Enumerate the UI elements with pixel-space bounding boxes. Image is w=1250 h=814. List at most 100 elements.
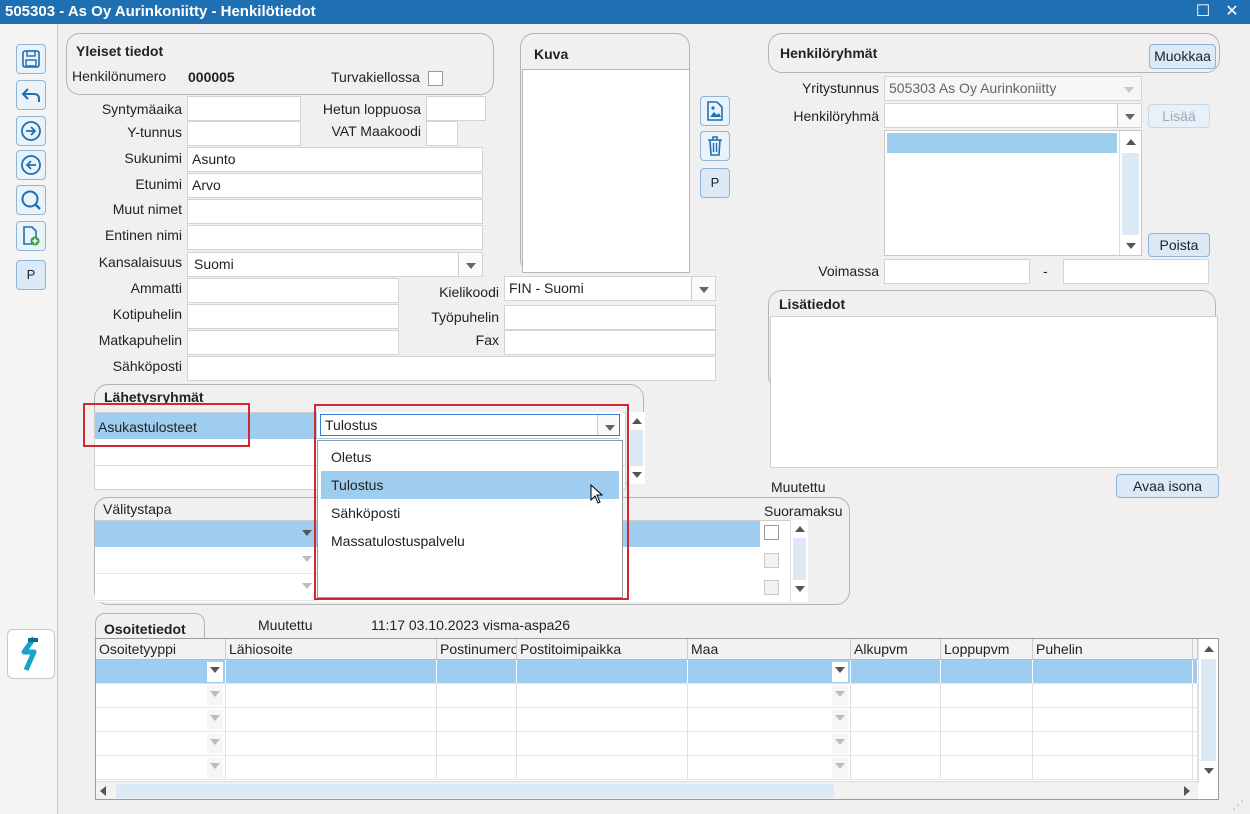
grid-cell[interactable]: [941, 732, 1033, 756]
column-header[interactable]: Loppupvm: [941, 639, 1033, 660]
chevron-down-icon[interactable]: [1117, 104, 1141, 127]
grid-cell[interactable]: [437, 684, 517, 708]
scroll-down-icon[interactable]: [628, 466, 646, 484]
scroll-thumb[interactable]: [116, 784, 834, 798]
grid-cell[interactable]: [96, 660, 226, 684]
grid-cell[interactable]: [688, 660, 851, 684]
grid-cell[interactable]: [517, 684, 688, 708]
address-vscroll[interactable]: [1198, 639, 1218, 783]
resize-grip-icon[interactable]: ⋰: [1232, 798, 1244, 812]
maximize-icon[interactable]: ☐: [1193, 2, 1213, 22]
delivery-row[interactable]: [95, 547, 317, 574]
grid-cell[interactable]: [851, 684, 941, 708]
chevron-down-icon[interactable]: [458, 253, 482, 276]
grid-cell[interactable]: [688, 756, 851, 780]
grid-cell[interactable]: [851, 756, 941, 780]
vat-input[interactable]: [426, 121, 458, 146]
image-area[interactable]: [522, 69, 690, 273]
scroll-down-icon[interactable]: [791, 580, 809, 598]
group-list-scrollbar[interactable]: [1119, 131, 1141, 255]
close-icon[interactable]: ✕: [1222, 2, 1242, 22]
grid-cell[interactable]: [437, 756, 517, 780]
person-group-list[interactable]: [884, 130, 1142, 256]
grid-cell[interactable]: [437, 708, 517, 732]
grid-cell[interactable]: [517, 756, 688, 780]
scroll-down-icon[interactable]: [1200, 762, 1218, 780]
column-header[interactable]: Maa: [688, 639, 851, 660]
extra-info-textarea[interactable]: [770, 316, 1218, 468]
remove-group-button[interactable]: Poista: [1148, 233, 1210, 257]
grid-cell[interactable]: [226, 708, 437, 732]
edit-groups-button[interactable]: Muokkaa: [1149, 44, 1216, 69]
grid-cell[interactable]: [226, 732, 437, 756]
person-group-select[interactable]: [884, 103, 1142, 128]
grid-cell[interactable]: [226, 660, 437, 684]
chevron-down-icon[interactable]: [832, 758, 848, 778]
chevron-down-icon[interactable]: [832, 686, 848, 706]
chevron-down-icon[interactable]: [207, 734, 223, 754]
chevron-down-icon[interactable]: [299, 525, 315, 541]
grid-cell[interactable]: [517, 732, 688, 756]
chevron-down-icon[interactable]: [207, 758, 223, 778]
scroll-left-icon[interactable]: [100, 786, 106, 796]
image-p-button[interactable]: P: [700, 168, 730, 198]
search-icon[interactable]: [16, 185, 46, 215]
grid-cell[interactable]: [1033, 684, 1193, 708]
undo-icon[interactable]: [16, 80, 46, 110]
sending-scrollbar[interactable]: [627, 412, 645, 484]
grid-cell[interactable]: [851, 660, 941, 684]
column-header[interactable]: Puhelin: [1033, 639, 1193, 660]
valid-to-input[interactable]: [1063, 259, 1209, 284]
former-name-input[interactable]: [187, 225, 483, 250]
work-phone-input[interactable]: [504, 305, 716, 330]
mobile-input[interactable]: [187, 330, 399, 355]
grid-cell[interactable]: [226, 684, 437, 708]
chevron-down-icon[interactable]: [691, 277, 715, 300]
chevron-down-icon[interactable]: [299, 551, 315, 567]
grid-cell[interactable]: [1033, 756, 1193, 780]
chevron-down-icon[interactable]: [832, 734, 848, 754]
chevron-down-icon[interactable]: [832, 662, 848, 682]
column-header[interactable]: Osoitetyyppi: [96, 639, 226, 660]
grid-cell[interactable]: [96, 684, 226, 708]
chevron-down-icon[interactable]: [207, 710, 223, 730]
firstname-input[interactable]: Arvo: [187, 173, 483, 198]
grid-cell[interactable]: [941, 684, 1033, 708]
fax-input[interactable]: [504, 330, 716, 355]
home-phone-input[interactable]: [187, 304, 399, 329]
valid-from-input[interactable]: [884, 259, 1030, 284]
delivery-row-selected-right[interactable]: [617, 521, 760, 547]
previous-icon[interactable]: [16, 150, 46, 180]
grid-cell[interactable]: [437, 660, 517, 684]
profession-input[interactable]: [187, 278, 399, 303]
trash-icon[interactable]: [700, 131, 730, 161]
save-icon[interactable]: [16, 44, 46, 74]
grid-cell[interactable]: [96, 732, 226, 756]
next-icon[interactable]: [16, 116, 46, 146]
column-header[interactable]: Postinumero: [437, 639, 517, 660]
delivery-row[interactable]: [95, 574, 317, 601]
add-group-button[interactable]: Lisää: [1148, 104, 1210, 128]
chevron-down-icon[interactable]: [299, 578, 315, 594]
grid-cell[interactable]: [941, 708, 1033, 732]
grid-cell[interactable]: [517, 708, 688, 732]
grid-cell[interactable]: [688, 732, 851, 756]
delivery-row-selected[interactable]: [95, 521, 317, 547]
p-button[interactable]: P: [16, 260, 46, 290]
email-input[interactable]: [187, 356, 716, 381]
grid-cell[interactable]: [437, 732, 517, 756]
scroll-down-icon[interactable]: [1122, 237, 1140, 255]
delivery-scrollbar[interactable]: [790, 520, 808, 602]
column-header[interactable]: Postitoimipaikka: [517, 639, 688, 660]
grid-cell[interactable]: [688, 684, 851, 708]
lastname-input[interactable]: Asunto: [187, 147, 483, 172]
image-upload-icon[interactable]: [700, 96, 730, 126]
scroll-up-icon[interactable]: [791, 520, 809, 538]
scroll-up-icon[interactable]: [1122, 133, 1140, 151]
scroll-up-icon[interactable]: [628, 412, 646, 430]
grid-cell[interactable]: [1033, 708, 1193, 732]
nationality-select[interactable]: Suomi: [187, 252, 483, 277]
column-header[interactable]: Lähiosoite: [226, 639, 437, 660]
grid-cell[interactable]: [96, 756, 226, 780]
scroll-up-icon[interactable]: [1200, 640, 1218, 658]
